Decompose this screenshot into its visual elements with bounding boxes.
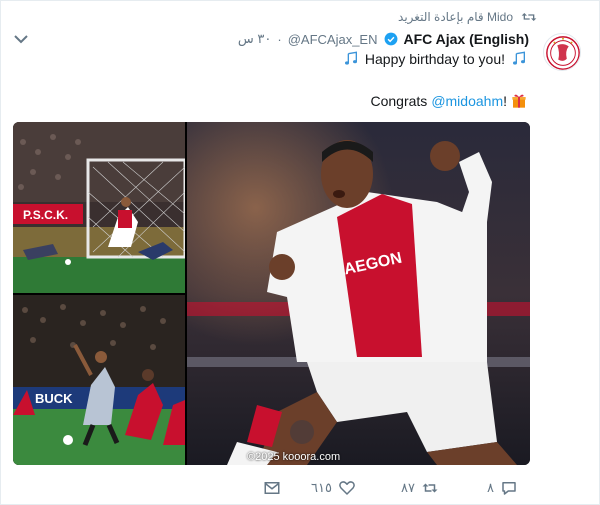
- tweet-header: ٣٠ س · @AFCAjax_EN AFC Ajax (English): [238, 31, 529, 47]
- author-handle[interactable]: @AFCAjax_EN: [288, 32, 378, 47]
- retweet-icon: [521, 13, 537, 21]
- congrats-suffix: !: [503, 93, 507, 109]
- like-count: ٦١٥: [311, 480, 332, 495]
- tweet-time[interactable]: ٣٠ س: [238, 31, 271, 47]
- retweet-context-text[interactable]: Mido قام بإعادة التغريد: [398, 10, 513, 24]
- verified-badge-icon: [384, 32, 397, 46]
- retweet-button[interactable]: ٨٧: [401, 479, 439, 497]
- gift-icon: [512, 94, 526, 108]
- envelope-icon: [264, 482, 280, 494]
- author-name[interactable]: AFC Ajax (English): [404, 31, 530, 47]
- birthday-text: Happy birthday to you!: [364, 51, 505, 67]
- ajax-logo-icon: [546, 36, 580, 70]
- photo-dribble-image: BUCK: [13, 295, 185, 465]
- reply-icon: [502, 482, 516, 495]
- separator-dot: ·: [277, 31, 282, 47]
- photo-goal-image: P.S.C.K.: [13, 122, 185, 293]
- photo-celebration[interactable]: AEGON: [187, 122, 530, 465]
- svg-text:BUCK: BUCK: [35, 391, 73, 406]
- music-note-icon: [344, 51, 357, 65]
- retweet-context: Mido قام بإعادة التغريد: [398, 10, 537, 24]
- svg-text:P.S.C.K.: P.S.C.K.: [23, 208, 68, 222]
- chevron-down-icon[interactable]: [13, 33, 29, 45]
- photo-celebration-image: AEGON: [187, 122, 530, 465]
- photo-goal-scene[interactable]: P.S.C.K.: [13, 122, 185, 293]
- photo-dribble-scene[interactable]: BUCK: [13, 295, 185, 465]
- tweet-text-line-1: Happy birthday to you!: [343, 51, 527, 67]
- tweet-actions: ٨ ٨٧ ٦١٥: [1, 475, 600, 503]
- mention-link[interactable]: @midoahm: [431, 93, 503, 109]
- heart-icon: [339, 481, 355, 495]
- direct-message-button[interactable]: [263, 479, 281, 497]
- music-note-icon: [513, 51, 525, 65]
- media-grid[interactable]: P.S.C.K. BUCK AEGON: [13, 122, 530, 465]
- like-button[interactable]: ٦١٥: [311, 479, 356, 497]
- tweet-text-line-2: Congrats @midoahm !: [371, 93, 528, 109]
- retweet-count: ٨٧: [401, 480, 415, 495]
- avatar[interactable]: [543, 33, 581, 71]
- retweet-icon: [422, 483, 438, 493]
- congrats-text: Congrats: [370, 93, 428, 109]
- reply-button[interactable]: ٨: [487, 479, 518, 497]
- reply-count: ٨: [487, 480, 494, 495]
- photo-watermark: ©2025 kooora.com: [247, 451, 341, 463]
- tweet-card[interactable]: Mido قام بإعادة التغريد ٣٠ س · @AFCAjax_…: [0, 0, 600, 505]
